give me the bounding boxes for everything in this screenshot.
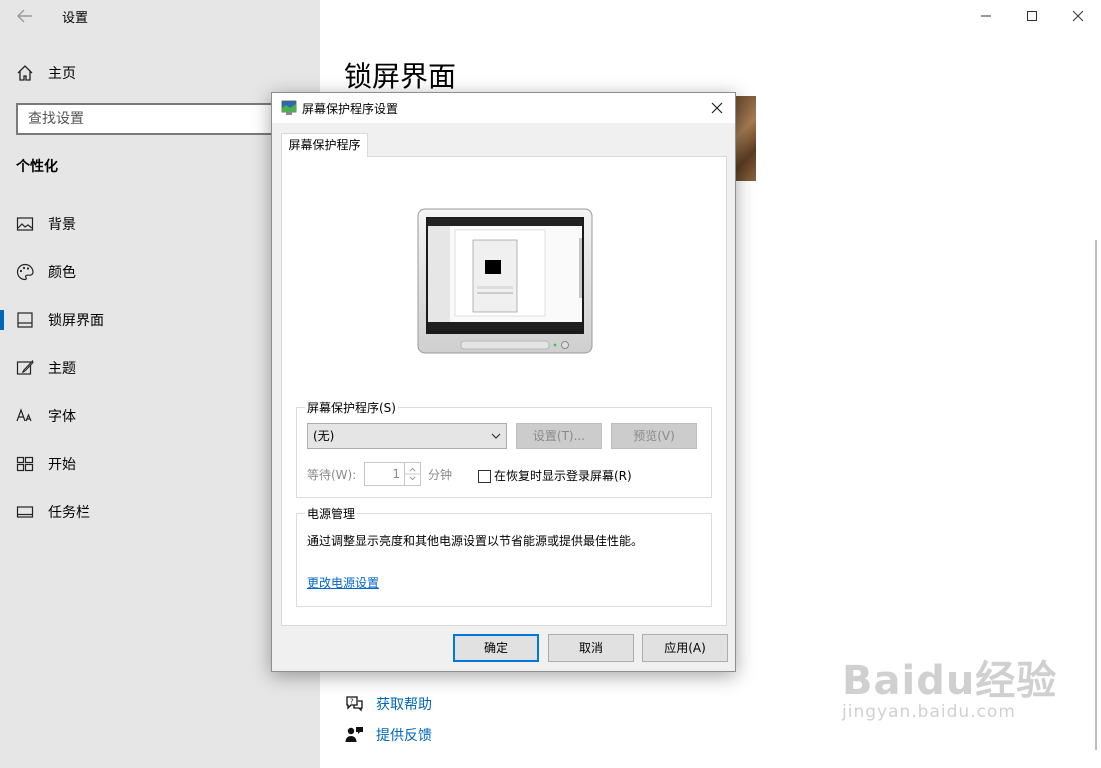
minimize-icon bbox=[981, 15, 991, 17]
maximize-icon bbox=[1027, 11, 1037, 21]
give-feedback-link[interactable]: 提供反馈 bbox=[344, 723, 432, 747]
nav-home-label: 主页 bbox=[48, 66, 76, 82]
power-management-group: 电源管理 通过调整显示亮度和其他电源设置以节省能源或提供最佳性能。 更改电源设置 bbox=[296, 505, 712, 607]
image-icon bbox=[16, 217, 34, 231]
tab-screensaver[interactable]: 屏幕保护程序 bbox=[281, 133, 368, 157]
spinner-arrows-icon[interactable] bbox=[404, 463, 420, 485]
minimize-button[interactable] bbox=[963, 0, 1009, 32]
help-chat-icon: ? bbox=[346, 696, 363, 712]
brush-icon bbox=[16, 359, 34, 375]
nav-item-label: 字体 bbox=[48, 409, 76, 425]
nav-home[interactable]: 主页 bbox=[16, 62, 76, 84]
close-icon bbox=[1072, 10, 1084, 22]
watermark-brand: Baidu经验 bbox=[842, 658, 1058, 704]
screensaver-select-value: (无) bbox=[313, 429, 335, 443]
close-icon bbox=[711, 102, 723, 114]
change-power-settings-link[interactable]: 更改电源设置 bbox=[307, 574, 379, 591]
screensaver-select[interactable]: (无) bbox=[307, 423, 507, 449]
dialog-titlebar[interactable]: 屏幕保护程序设置 bbox=[272, 93, 735, 123]
give-feedback-label: 提供反馈 bbox=[376, 728, 432, 744]
page-title: 锁屏界面 bbox=[344, 60, 457, 93]
nav-item-label: 开始 bbox=[48, 457, 76, 473]
active-indicator bbox=[0, 310, 4, 330]
nav-item-label: 颜色 bbox=[48, 265, 76, 281]
svg-text:?: ? bbox=[350, 698, 354, 706]
chevron-down-icon bbox=[491, 433, 501, 439]
maximize-button[interactable] bbox=[1009, 0, 1055, 32]
font-icon bbox=[16, 408, 32, 422]
screensaver-dialog: 屏幕保护程序设置 屏幕保护程序 屏幕保护程序(S) (无) 设置(T)... 预… bbox=[271, 92, 736, 672]
get-help-link[interactable]: ? 获取帮助 bbox=[344, 692, 432, 716]
back-arrow-icon[interactable] bbox=[16, 6, 34, 26]
ok-button[interactable]: 确定 bbox=[453, 634, 539, 662]
screensaver-group-label: 屏幕保护程序(S) bbox=[305, 399, 398, 416]
taskbar-icon bbox=[16, 506, 34, 518]
dialog-title: 屏幕保护程序设置 bbox=[302, 102, 399, 116]
baidu-watermark: Baidu经验 jingyan.baidu.com bbox=[842, 648, 1057, 722]
palette-icon bbox=[16, 263, 34, 281]
power-group-label: 电源管理 bbox=[305, 505, 358, 522]
monitor-preview-icon bbox=[417, 208, 593, 354]
nav-section-title: 个性化 bbox=[16, 159, 58, 175]
screensaver-app-icon bbox=[281, 100, 297, 115]
close-window-button[interactable] bbox=[1055, 0, 1101, 32]
nav-item-label: 任务栏 bbox=[48, 505, 90, 521]
resume-login-checkbox[interactable] bbox=[478, 470, 491, 483]
dialog-close-button[interactable] bbox=[705, 96, 729, 120]
app-title: 设置 bbox=[62, 11, 89, 26]
power-description: 通过调整显示亮度和其他电源设置以节省能源或提供最佳性能。 bbox=[307, 534, 644, 548]
screensaver-group: 屏幕保护程序(S) (无) 设置(T)... 预览(V) 等待(W): 1 分钟… bbox=[296, 399, 712, 498]
get-help-label: 获取帮助 bbox=[376, 697, 432, 713]
screensaver-settings-button[interactable]: 设置(T)... bbox=[516, 423, 602, 449]
minutes-label: 分钟 bbox=[428, 468, 453, 482]
wait-minutes-value: 1 bbox=[392, 467, 400, 481]
nav-item-label: 锁屏界面 bbox=[48, 313, 104, 329]
cancel-button[interactable]: 取消 bbox=[548, 634, 634, 662]
feedback-icon bbox=[345, 727, 363, 742]
apply-button[interactable]: 应用(A) bbox=[642, 634, 728, 662]
resume-login-label[interactable]: 在恢复时显示登录屏幕(R) bbox=[494, 467, 632, 484]
home-icon bbox=[17, 65, 33, 81]
scrollbar[interactable] bbox=[1095, 240, 1097, 750]
nav-item-label: 主题 bbox=[48, 361, 76, 377]
wait-label: 等待(W): bbox=[307, 468, 357, 482]
lock-screen-preview-image bbox=[735, 96, 756, 181]
wait-minutes-stepper[interactable]: 1 bbox=[364, 462, 421, 486]
nav-item-label: 背景 bbox=[48, 217, 76, 233]
screensaver-preview-button[interactable]: 预览(V) bbox=[611, 423, 697, 449]
start-icon bbox=[16, 456, 34, 472]
screensaver-tab-panel: 屏幕保护程序(S) (无) 设置(T)... 预览(V) 等待(W): 1 分钟… bbox=[281, 156, 727, 626]
lock-screen-icon bbox=[17, 312, 33, 328]
